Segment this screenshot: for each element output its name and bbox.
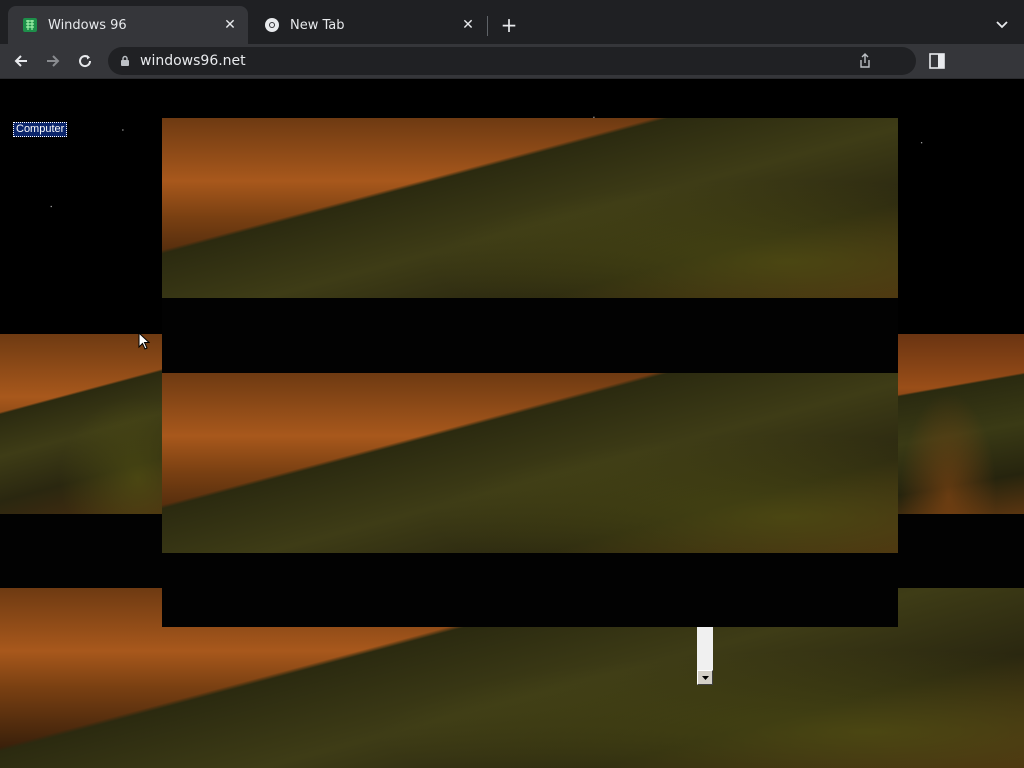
- page-viewport: Computer: [0, 79, 1024, 768]
- windows96-favicon-icon: [23, 18, 37, 32]
- chrome-favicon-icon: [265, 18, 279, 32]
- wallpaper-tile: [898, 334, 1024, 514]
- tab-separator: [487, 16, 488, 36]
- tab-title: Windows 96: [48, 17, 127, 33]
- url-text: windows96.net: [140, 53, 246, 69]
- black-strip: [0, 514, 162, 588]
- new-tab-plus-icon[interactable]: +: [497, 13, 521, 37]
- black-strip: [162, 298, 898, 373]
- wallpaper-tile: [0, 334, 162, 514]
- desktop-icon-computer[interactable]: Computer: [13, 122, 68, 137]
- tab-title: New Tab: [290, 17, 345, 33]
- tab-strip: Windows 96 ✕ New Tab ✕ +: [0, 0, 1024, 44]
- tab-windows96[interactable]: Windows 96 ✕: [8, 6, 248, 44]
- forward-arrow-icon[interactable]: [40, 48, 66, 74]
- close-icon[interactable]: ✕: [460, 17, 476, 33]
- window-glitch-image: [162, 373, 898, 553]
- mouse-cursor-icon: [138, 332, 150, 350]
- reload-icon[interactable]: [72, 48, 98, 74]
- black-strip: [162, 553, 898, 627]
- browser-toolbar: windows96.net: [0, 44, 1024, 79]
- tab-search-chevron-icon[interactable]: [992, 13, 1012, 37]
- window-glitch-image: [162, 118, 898, 298]
- close-icon[interactable]: ✕: [222, 17, 238, 33]
- tab-new-tab[interactable]: New Tab ✕: [250, 6, 486, 44]
- back-arrow-icon[interactable]: [8, 48, 34, 74]
- share-icon[interactable]: [858, 53, 872, 69]
- black-strip: [898, 514, 1024, 588]
- scroll-down-arrow-icon[interactable]: [697, 670, 713, 685]
- side-panel-icon[interactable]: [928, 52, 946, 70]
- lock-icon: [121, 55, 129, 66]
- address-bar[interactable]: windows96.net: [108, 47, 916, 75]
